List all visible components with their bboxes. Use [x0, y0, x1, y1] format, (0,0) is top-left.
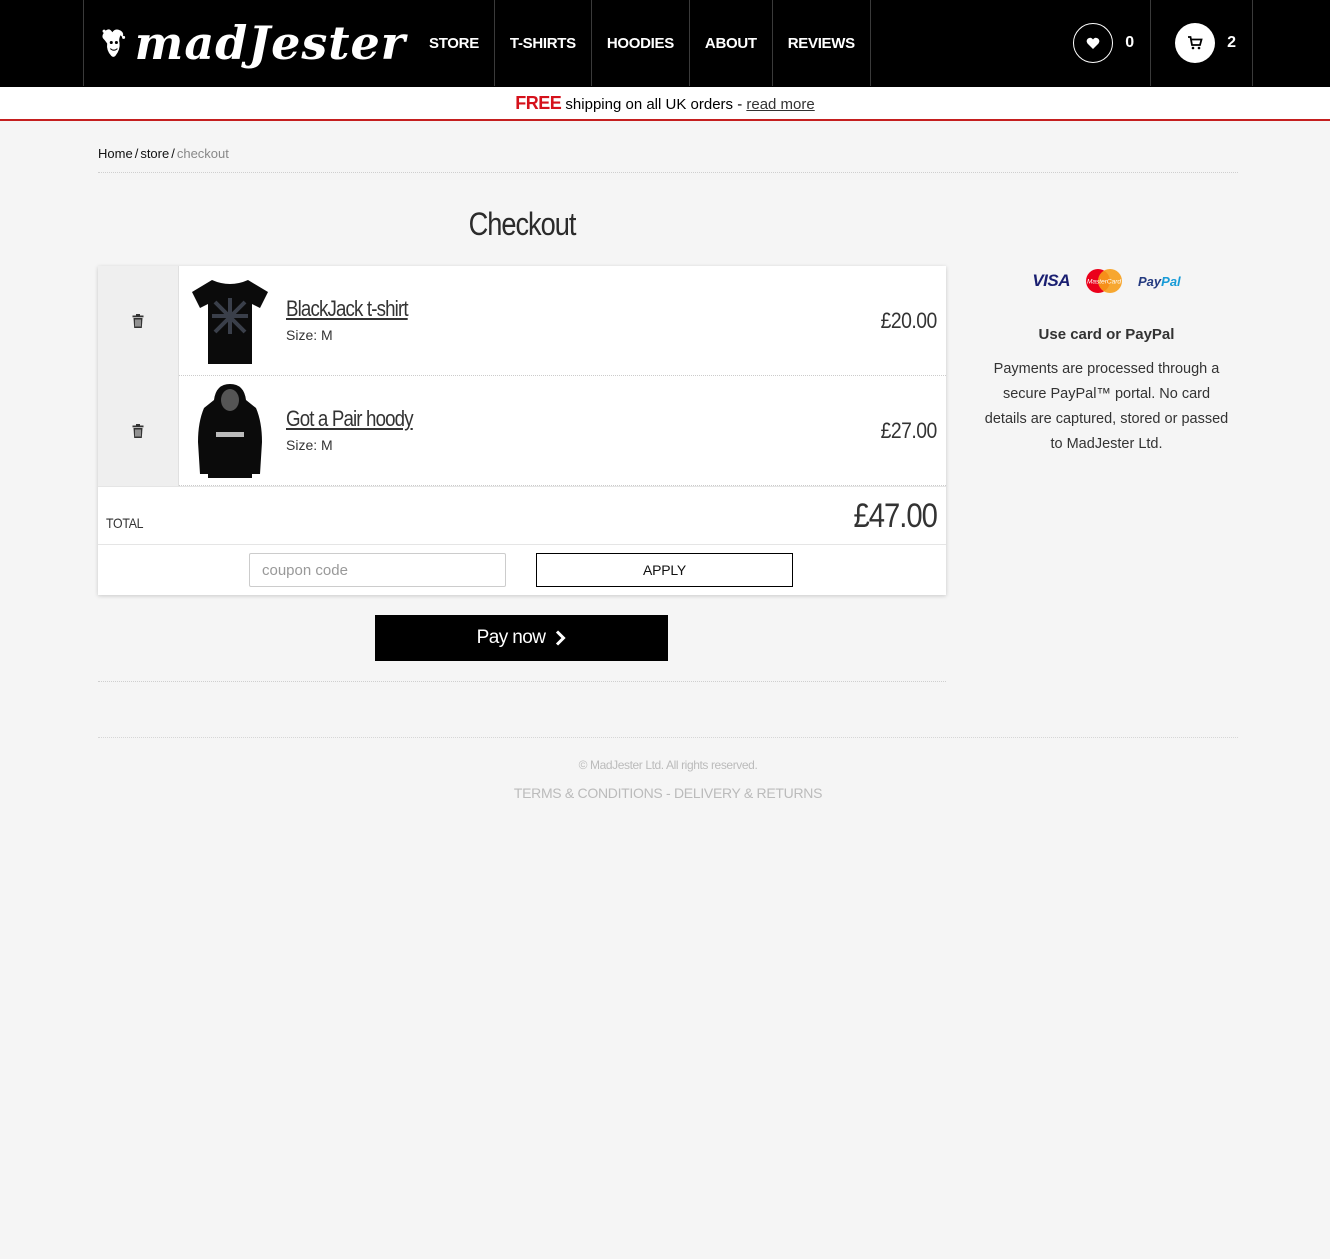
remove-item-button[interactable] [98, 376, 179, 486]
product-price: £27.00 [880, 418, 938, 443]
cart-table: BlackJack t-shirt Size: M £20.00 Got a P… [98, 266, 946, 595]
nav-hoodies[interactable]: HOODIES [592, 0, 690, 86]
jester-face-icon [102, 29, 126, 57]
product-price: £20.00 [880, 308, 938, 333]
coupon-input[interactable] [249, 553, 506, 587]
cart-button[interactable]: 2 [1150, 0, 1253, 86]
delivery-returns-link[interactable]: DELIVERY & RETURNS [674, 785, 822, 801]
coupon-row: APPLY [98, 545, 946, 595]
divider [98, 681, 946, 682]
breadcrumb: Home / store / checkout [98, 146, 229, 161]
product-name-link[interactable]: Got a Pair hoody [286, 406, 414, 432]
cart-row: Got a Pair hoody Size: M £27.00 [98, 376, 946, 486]
breadcrumb-separator: / [171, 146, 175, 161]
trash-icon [132, 424, 144, 438]
mastercard-logo-text: MasterCard [1087, 279, 1121, 286]
read-more-link[interactable]: read more [746, 96, 814, 113]
remove-item-button[interactable] [98, 266, 179, 376]
total-row: TOTAL £47.00 [98, 486, 946, 545]
promo-bar: FREE shipping on all UK orders - read mo… [0, 87, 1330, 121]
paypal-logo: PayPal [1138, 274, 1181, 289]
breadcrumb-separator: / [134, 146, 139, 161]
paypal-logo-part-2: Pal [1161, 273, 1181, 289]
promo-free: FREE [515, 93, 562, 113]
payment-title: Use card or PayPal [1038, 326, 1175, 343]
main-nav: STORE T-SHIRTS HOODIES ABOUT REVIEWS [406, 0, 871, 86]
footer-links: TERMS & CONDITIONS - DELIVERY & RETURNS [98, 785, 1238, 801]
card-logos: VISA MasterCard PayPal [975, 262, 1238, 300]
breadcrumb-current: checkout [176, 146, 229, 161]
footer-link-separator: - [662, 785, 674, 801]
nav-about[interactable]: ABOUT [690, 0, 773, 86]
product-size: Size: M [286, 437, 333, 453]
pay-now-label: Pay now [476, 627, 546, 648]
logo-wordmark: madJester [134, 16, 406, 70]
footer-divider [98, 737, 1238, 738]
copyright: © MadJester Ltd. All rights reserved. [578, 758, 758, 772]
nav-tshirts[interactable]: T-SHIRTS [495, 0, 592, 86]
breadcrumb-store[interactable]: store [140, 146, 169, 161]
divider [98, 172, 1238, 173]
nav-reviews[interactable]: REVIEWS [773, 0, 871, 86]
visa-logo: VISA [1032, 271, 1071, 290]
paypal-logo-part-1: Pay [1138, 273, 1162, 289]
cart-row: BlackJack t-shirt Size: M £20.00 [98, 266, 946, 376]
cart-icon [1175, 23, 1216, 63]
page-title: Checkout [468, 206, 577, 242]
cart-count: 2 [1227, 34, 1236, 51]
wishlist-button[interactable]: 0 [1049, 0, 1150, 86]
mastercard-logo: MasterCard [1086, 269, 1123, 293]
logo[interactable]: madJester [84, 0, 406, 86]
product-name-link[interactable]: BlackJack t-shirt [286, 296, 409, 322]
total-label: TOTAL [106, 515, 144, 531]
terms-link[interactable]: TERMS & CONDITIONS [514, 785, 663, 801]
breadcrumb-home[interactable]: Home [98, 146, 133, 161]
product-size: Size: M [286, 327, 333, 343]
payment-info: VISA MasterCard PayPal Use card or PayPa… [975, 262, 1238, 457]
hoodie-thumbnail[interactable] [190, 382, 270, 480]
top-header: madJester STORE T-SHIRTS HOODIES ABOUT R… [0, 0, 1330, 87]
heart-icon [1073, 23, 1114, 63]
tshirt-thumbnail[interactable] [190, 272, 270, 370]
nav-store[interactable]: STORE [406, 0, 495, 86]
payment-description: Payments are processed through a secure … [984, 361, 1229, 452]
total-value: £47.00 [853, 497, 938, 535]
pay-now-button[interactable]: Pay now [375, 615, 668, 661]
chevron-right-icon [556, 630, 566, 646]
wishlist-count: 0 [1125, 34, 1135, 51]
promo-text: shipping on all UK orders - [561, 96, 747, 113]
trash-icon [132, 314, 144, 328]
apply-coupon-button[interactable]: APPLY [536, 553, 793, 587]
